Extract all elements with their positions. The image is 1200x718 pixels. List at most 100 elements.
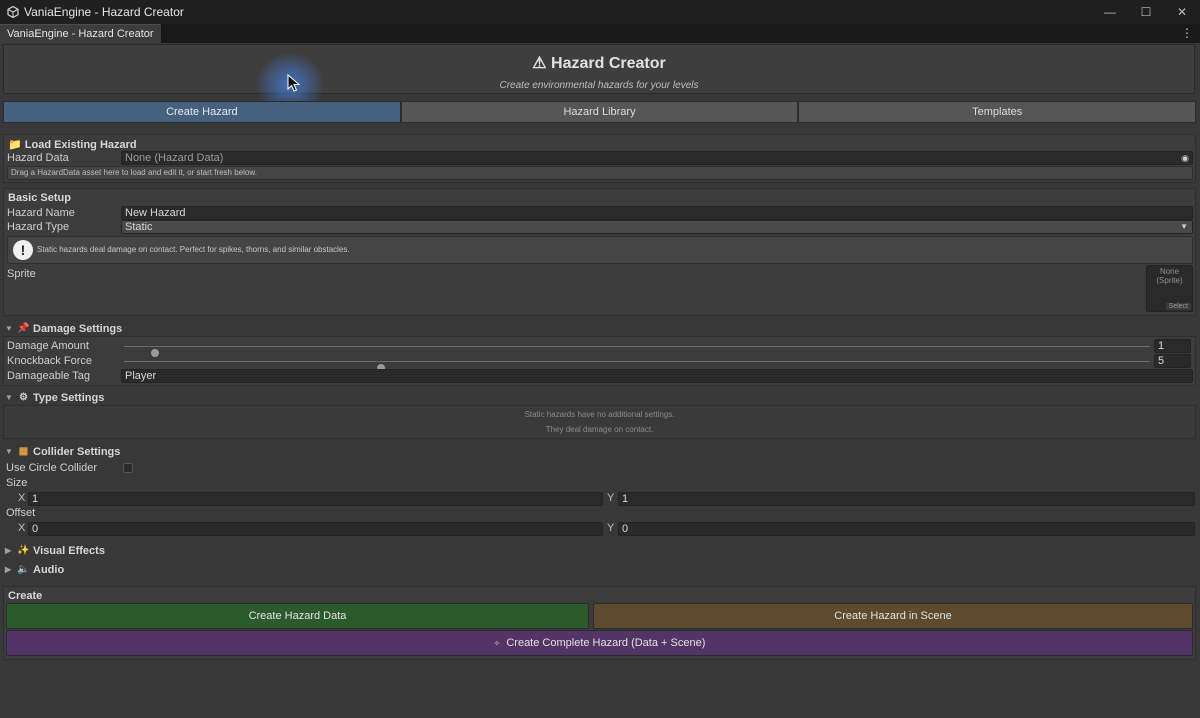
tab-hazard-library[interactable]: Hazard Library: [400, 101, 799, 123]
damageable-tag-row: Damageable Tag Player: [4, 369, 1195, 384]
collider-settings-title: Collider Settings: [33, 445, 121, 458]
create-title: Create: [8, 590, 43, 602]
damage-amount-slider[interactable]: [124, 346, 1150, 357]
circle-collider-checkbox[interactable]: [123, 463, 133, 473]
offset-y-input[interactable]: 0: [618, 522, 1195, 536]
load-existing-title-text: Load Existing Hazard: [24, 139, 137, 151]
type-settings-line1: Static hazards have no additional settin…: [524, 410, 675, 419]
offset-x-label: X: [18, 522, 26, 534]
unity-icon: [7, 6, 19, 18]
circle-collider-label: Use Circle Collider: [6, 462, 98, 474]
info-icon: !: [13, 240, 33, 260]
damage-amount-row: Damage Amount 1: [4, 339, 1195, 357]
warning-icon: ⚠: [532, 55, 547, 72]
hazard-type-value: Static: [125, 221, 153, 233]
size-y-label: Y: [607, 492, 615, 504]
sparkle-icon: ✨: [17, 545, 30, 556]
foldout-collapsed-icon: ▶: [5, 565, 12, 574]
load-existing-title: 📁 Load Existing Hazard: [8, 138, 137, 151]
size-vector-row: X 1 Y 1: [0, 492, 1200, 506]
size-x-label: X: [18, 492, 26, 504]
damage-settings-title: Damage Settings: [33, 322, 123, 335]
hazard-name-input[interactable]: New Hazard: [121, 206, 1193, 220]
object-picker-icon[interactable]: ◉: [1181, 152, 1189, 164]
basic-setup-section: Basic Setup Hazard Name New Hazard Hazar…: [3, 188, 1196, 316]
hazard-data-row: Hazard Data None (Hazard Data) ◉: [4, 151, 1195, 166]
create-hazard-data-button[interactable]: Create Hazard Data: [6, 603, 589, 629]
page-subtitle: Create environmental hazards for your le…: [499, 80, 699, 91]
mode-toolbar: Create Hazard Hazard Library Templates: [3, 101, 1197, 123]
window-title: VaniaEngine - Hazard Creator: [24, 5, 184, 19]
hazard-type-info-box: ! Static hazards deal damage on contact.…: [7, 236, 1193, 264]
damage-settings-foldout[interactable]: ▼ 📌 Damage Settings: [5, 321, 122, 336]
editor-tab[interactable]: VaniaEngine - Hazard Creator: [0, 24, 161, 43]
hazard-type-dropdown[interactable]: Static ▼: [121, 220, 1193, 234]
maximize-icon[interactable]: ☐: [1128, 0, 1164, 24]
hazard-data-field[interactable]: None (Hazard Data) ◉: [121, 151, 1193, 165]
collider-settings-foldout[interactable]: ▼ ▦ Collider Settings: [5, 444, 120, 459]
type-settings-title: Type Settings: [33, 391, 105, 404]
sprite-label: Sprite: [7, 268, 36, 280]
hazard-type-label: Hazard Type: [7, 221, 70, 233]
pin-icon: 📌: [17, 323, 30, 334]
damage-amount-input[interactable]: 1: [1154, 339, 1191, 353]
header-panel: ⚠ Hazard Creator Create environmental ha…: [3, 44, 1195, 94]
dropdown-arrow-icon: ▼: [1180, 222, 1188, 231]
knockback-force-input[interactable]: 5: [1154, 354, 1191, 368]
foldout-expanded-icon: ▼: [5, 447, 13, 456]
audio-title: Audio: [33, 563, 65, 576]
page-title-text: Hazard Creator: [551, 55, 666, 72]
hazard-type-info-text: Static hazards deal damage on contact. P…: [37, 245, 350, 254]
offset-x-input[interactable]: 0: [28, 522, 603, 536]
audio-foldout[interactable]: ▶ 🔈 Audio: [5, 562, 64, 577]
visual-effects-foldout[interactable]: ▶ ✨ Visual Effects: [5, 543, 105, 558]
editor-tab-strip: VaniaEngine - Hazard Creator ⋮: [0, 24, 1200, 43]
create-complete-hazard-label: Create Complete Hazard (Data + Scene): [506, 637, 706, 649]
size-y-input[interactable]: 1: [618, 492, 1195, 506]
foldout-expanded-icon: ▼: [5, 393, 13, 402]
damageable-tag-label: Damageable Tag: [7, 370, 90, 382]
load-help-text: Drag a HazardData asset here to load and…: [7, 166, 1193, 180]
page-title: ⚠ Hazard Creator: [4, 53, 1194, 73]
hazard-data-value: None (Hazard Data): [125, 152, 224, 164]
damageable-tag-field[interactable]: Player: [121, 369, 1193, 383]
size-label: Size: [6, 477, 28, 489]
close-icon[interactable]: ✕: [1164, 0, 1200, 24]
create-hazard-in-scene-button[interactable]: Create Hazard in Scene: [593, 603, 1193, 629]
foldout-expanded-icon: ▼: [5, 324, 13, 333]
sparkle-small-icon: ✧: [493, 638, 501, 648]
tab-templates[interactable]: Templates: [798, 101, 1197, 123]
type-settings-line2: They deal damage on contact.: [545, 425, 654, 434]
hazard-name-label: Hazard Name: [7, 207, 75, 219]
knockback-force-slider[interactable]: [124, 361, 1150, 372]
speaker-icon: 🔈: [17, 564, 30, 575]
tab-create-hazard[interactable]: Create Hazard: [3, 101, 401, 123]
cube-icon: ▦: [18, 446, 29, 457]
foldout-collapsed-icon: ▶: [5, 546, 12, 555]
create-complete-hazard-button[interactable]: ✧ Create Complete Hazard (Data + Scene): [6, 630, 1193, 656]
hazard-type-row: Hazard Type Static ▼: [4, 220, 1195, 235]
sprite-object-field[interactable]: None (Sprite) Select: [1146, 265, 1193, 312]
kebab-menu-icon[interactable]: ⋮: [1181, 26, 1193, 40]
sprite-value: None (Sprite): [1156, 267, 1183, 285]
load-existing-section: 📁 Load Existing Hazard Hazard Data None …: [3, 134, 1196, 183]
type-settings-section: Static hazards have no additional settin…: [3, 405, 1196, 439]
window-titlebar: VaniaEngine - Hazard Creator — ☐ ✕: [0, 0, 1200, 24]
basic-setup-title: Basic Setup: [8, 192, 71, 204]
type-settings-foldout[interactable]: ▼ ⚙ Type Settings: [5, 390, 104, 405]
offset-vector-row: X 0 Y 0: [0, 522, 1200, 536]
damage-settings-section: Damage Amount 1 Knockback Force 5 Damage…: [3, 336, 1196, 386]
folder-icon: 📁: [8, 139, 22, 151]
minimize-icon[interactable]: —: [1092, 0, 1128, 24]
knockback-force-label: Knockback Force: [7, 355, 92, 367]
visual-effects-title: Visual Effects: [33, 544, 105, 557]
sprite-select-button[interactable]: Select: [1165, 303, 1191, 310]
hazard-data-label: Hazard Data: [7, 152, 69, 164]
offset-label: Offset: [6, 507, 36, 519]
damage-amount-label: Damage Amount: [7, 340, 89, 352]
size-x-input[interactable]: 1: [28, 492, 603, 506]
circle-collider-row: Use Circle Collider: [3, 461, 1196, 476]
gear-icon: ⚙: [19, 392, 28, 403]
knockback-force-row: Knockback Force 5: [4, 354, 1195, 372]
hazard-name-row: Hazard Name New Hazard: [4, 206, 1195, 221]
